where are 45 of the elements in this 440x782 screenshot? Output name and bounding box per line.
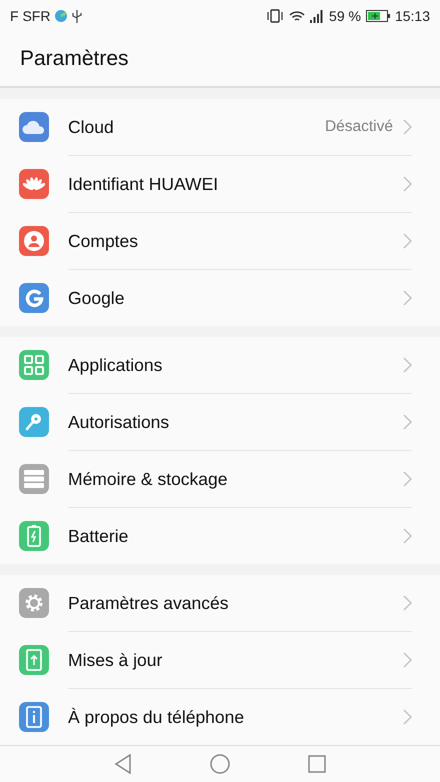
settings-item[interactable]: Applications [0, 337, 440, 393]
settings-item[interactable]: Google [0, 270, 440, 326]
usb-icon [72, 9, 82, 23]
settings-item[interactable]: Mémoire & stockage [0, 451, 440, 507]
storage-icon [23, 469, 45, 489]
settings-item[interactable]: Paramètres avancés [0, 575, 440, 631]
chevron-icon [403, 119, 412, 135]
chevron-icon [403, 471, 412, 487]
chevron-icon [403, 528, 412, 544]
settings-item[interactable]: À propos du téléphone [0, 689, 440, 745]
settings-item[interactable]: Autorisations [0, 394, 440, 450]
battery-icon [27, 525, 41, 547]
signal-icon [310, 10, 324, 22]
settings-item[interactable]: Batterie [0, 508, 440, 564]
chevron-icon [403, 709, 412, 725]
grid-icon [24, 355, 44, 375]
back-icon[interactable] [114, 754, 132, 774]
info-icon [26, 706, 42, 728]
chevron-icon [403, 290, 412, 306]
g-letter-icon [24, 288, 44, 308]
status-dot-icon [55, 10, 68, 22]
chevron-icon [403, 357, 412, 373]
status-value: Désactivé [324, 118, 393, 136]
wifi-icon [289, 10, 306, 22]
chevron-icon [403, 652, 412, 668]
vibrate-icon [266, 9, 284, 23]
home-icon[interactable] [210, 754, 230, 774]
phone-upload-icon [26, 649, 42, 671]
battery-charging-icon [366, 10, 390, 22]
chevron-icon [403, 595, 412, 611]
battery-percent: 59 % [329, 8, 361, 24]
recents-icon[interactable] [308, 755, 326, 773]
page-title: Paramètres [20, 47, 129, 71]
settings-item[interactable]: Identifiant HUAWEI [0, 156, 440, 212]
clock: 15:13 [394, 8, 430, 24]
chevron-icon [403, 233, 412, 249]
settings-item[interactable]: Comptes [0, 213, 440, 269]
chevron-icon [403, 176, 412, 192]
petals-icon [23, 175, 45, 193]
settings-item[interactable]: Mises à jour [0, 632, 440, 688]
chevron-icon [403, 414, 412, 430]
key-icon [24, 412, 44, 432]
cloud-icon [22, 119, 46, 135]
carrier-name: F SFR [10, 8, 50, 24]
settings-item[interactable]: Cloud Désactivé [0, 99, 440, 155]
